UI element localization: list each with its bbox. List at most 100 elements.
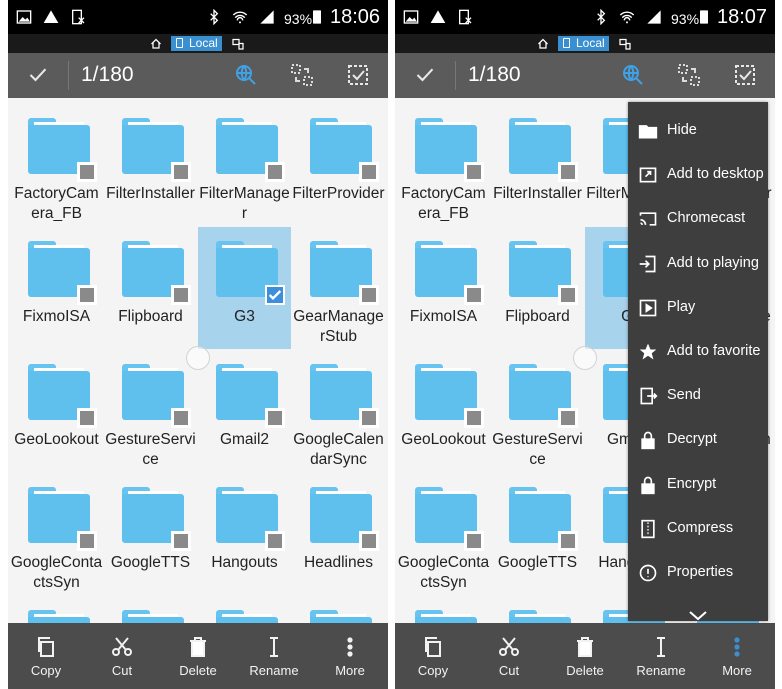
folder-name: GoogleTTS	[497, 554, 578, 571]
checkbox-fill	[174, 534, 188, 548]
search-network-icon[interactable]	[621, 63, 645, 87]
folder-name: GoogleTTS	[110, 554, 191, 571]
menu-item[interactable]: Decrypt	[628, 419, 768, 463]
checkbox-fill	[362, 411, 376, 425]
folder-item[interactable]: Flipboard	[104, 227, 197, 349]
more-button[interactable]: More	[312, 623, 388, 689]
folder-item[interactable]: GoogleContactsSyn	[397, 473, 490, 595]
rename-button[interactable]: Rename	[623, 623, 699, 689]
checkbox[interactable]	[265, 531, 285, 551]
menu-item[interactable]: Properties	[628, 552, 768, 596]
menu-item[interactable]: Send	[628, 375, 768, 419]
signal-icon	[646, 9, 662, 25]
menu-item[interactable]: Compress	[628, 508, 768, 552]
rename-button[interactable]: Rename	[236, 623, 312, 689]
done-check-icon[interactable]	[413, 65, 437, 85]
done-check-icon[interactable]	[26, 65, 50, 85]
location-local-pill[interactable]: Local	[558, 36, 609, 51]
checkbox[interactable]	[359, 531, 379, 551]
folder-item[interactable]: G3	[198, 227, 291, 349]
folder-name: FilterInstaller	[493, 185, 582, 202]
folder-item[interactable]: FixmoISA	[10, 227, 103, 349]
folder-item[interactable]: FilterProvider	[292, 104, 385, 226]
checkbox[interactable]	[558, 408, 578, 428]
folder-name: FactoryCamera_FB	[401, 185, 486, 222]
checkbox[interactable]	[77, 531, 97, 551]
home-icon[interactable]	[537, 37, 549, 49]
warning-icon	[430, 9, 446, 25]
checkbox[interactable]	[77, 162, 97, 182]
folder-item[interactable]: Gmail2	[198, 350, 291, 472]
checkbox[interactable]	[265, 162, 285, 182]
folder-item[interactable]: FixmoISA	[397, 227, 490, 349]
star-icon	[638, 342, 658, 362]
checkbox[interactable]	[558, 531, 578, 551]
folder-item[interactable]: GeoLookout	[10, 350, 103, 472]
cut-button[interactable]: Cut	[471, 623, 547, 689]
folder-item[interactable]: FilterInstaller	[104, 104, 197, 226]
checkbox[interactable]	[359, 408, 379, 428]
folder-item[interactable]: GearManagerStub	[292, 227, 385, 349]
checkbox[interactable]	[265, 408, 285, 428]
select-all-icon[interactable]	[733, 63, 757, 87]
bluetooth-icon	[206, 8, 222, 26]
checkbox[interactable]	[171, 531, 191, 551]
folder-item[interactable]: GoogleCalendarSync	[292, 350, 385, 472]
folder-item[interactable]: Headlines	[292, 473, 385, 595]
menu-item[interactable]: Encrypt	[628, 464, 768, 508]
checkbox[interactable]	[359, 162, 379, 182]
chevron-down-icon[interactable]	[686, 609, 710, 621]
menu-item[interactable]: Chromecast	[628, 198, 768, 242]
checkbox[interactable]	[558, 285, 578, 305]
select-interval-icon[interactable]	[290, 63, 314, 87]
checkbox[interactable]	[171, 408, 191, 428]
copy-button[interactable]: Copy	[8, 623, 84, 689]
menu-item[interactable]: Add to playing	[628, 243, 768, 287]
folder-item[interactable]: GeoLookout	[397, 350, 490, 472]
folder-item[interactable]: FactoryCamera_FB	[10, 104, 103, 226]
folder-item[interactable]: FilterManager	[198, 104, 291, 226]
folder-item[interactable]: FilterInstaller	[491, 104, 584, 226]
folder-item[interactable]: Hangouts	[198, 473, 291, 595]
folder-item[interactable]: FactoryCamera_FB	[397, 104, 490, 226]
checkbox[interactable]	[359, 285, 379, 305]
folder-item[interactable]: GestureService	[104, 350, 197, 472]
menu-item[interactable]: Play	[628, 287, 768, 331]
checkbox-checked[interactable]	[265, 285, 285, 305]
folder-item[interactable]: Flipboard	[491, 227, 584, 349]
text-cursor-icon	[649, 635, 673, 659]
network-devices-icon[interactable]	[619, 37, 631, 50]
phone-icon	[176, 38, 183, 48]
checkbox[interactable]	[77, 285, 97, 305]
search-network-icon[interactable]	[234, 63, 258, 87]
menu-item[interactable]: Add to desktop	[628, 154, 768, 198]
folder-item[interactable]: GoogleContactsSyn	[10, 473, 103, 595]
folder-item[interactable]: GestureService	[491, 350, 584, 472]
checkbox[interactable]	[558, 162, 578, 182]
checkbox[interactable]	[464, 285, 484, 305]
copy-button[interactable]: Copy	[395, 623, 471, 689]
folder-item[interactable]: GoogleTTS	[104, 473, 197, 595]
select-interval-icon[interactable]	[677, 63, 701, 87]
location-local-pill[interactable]: Local	[171, 36, 222, 51]
network-devices-icon[interactable]	[232, 37, 244, 50]
checkbox[interactable]	[77, 408, 97, 428]
cut-button[interactable]: Cut	[84, 623, 160, 689]
checkbox[interactable]	[464, 531, 484, 551]
copy-icon	[421, 635, 445, 659]
delete-button[interactable]: Delete	[547, 623, 623, 689]
checkbox[interactable]	[171, 285, 191, 305]
menu-item[interactable]: Add to favorite	[628, 331, 768, 375]
status-bar: 93% 18:07	[395, 0, 775, 34]
home-icon[interactable]	[150, 37, 162, 49]
delete-button[interactable]: Delete	[160, 623, 236, 689]
checkbox[interactable]	[464, 408, 484, 428]
checkbox[interactable]	[171, 162, 191, 182]
more-button[interactable]: More	[699, 623, 775, 689]
trash-icon	[573, 635, 597, 659]
checkbox[interactable]	[464, 162, 484, 182]
folder-item[interactable]: GoogleTTS	[491, 473, 584, 595]
menu-item[interactable]: Hide	[628, 110, 768, 154]
select-all-icon[interactable]	[346, 63, 370, 87]
clock: 18:06	[330, 6, 381, 28]
